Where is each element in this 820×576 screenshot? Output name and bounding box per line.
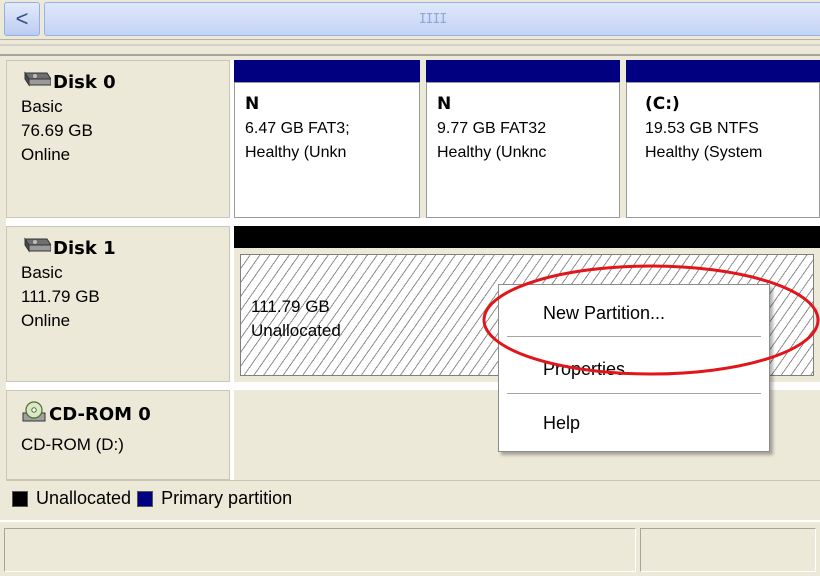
disk-status: Online [21,145,71,164]
menu-item-new-partition[interactable]: New Partition... [501,293,767,333]
disk-title: Disk 0 [53,72,116,93]
disk-status: Online [21,311,71,330]
partition-name: (C:) [645,94,680,114]
menu-item-label: Help [543,412,581,433]
partition-type-bar [426,60,620,82]
partition[interactable]: (C:) 19.53 GB NTFS Healthy (System [626,60,820,218]
unallocated-type-bar [234,226,820,248]
hard-disk-icon [21,71,52,95]
legend-swatch [137,490,154,507]
partition-type-bar [626,60,820,82]
legend-item-primary: Primary partition [137,488,292,509]
disk-type: Basic [21,97,63,116]
partition-size: 9.77 GB FAT32 [437,120,547,137]
partition-health: Healthy (System [645,144,763,161]
partition-type-bar [234,60,420,82]
menu-separator [507,393,761,394]
disk-1-label[interactable]: Disk 1 Basic 111.79 GB Online [6,226,230,382]
horizontal-scrollbar[interactable]: < IIII [0,0,820,40]
scroll-left-button[interactable]: < [4,2,40,36]
pane-splitter[interactable] [0,44,820,56]
menu-separator [507,336,761,337]
legend-item-unallocated: Unallocated [12,488,131,509]
hard-disk-icon [21,237,52,261]
menu-item-help[interactable]: Help [501,403,767,443]
partition-name: N [245,94,260,114]
partition[interactable]: N 9.77 GB FAT32 Healthy (Unknc [426,60,620,218]
partition-health: Healthy (Unknc [437,144,547,161]
cdrom-drive: CD-ROM (D:) [21,435,124,454]
partition-size: 6.47 GB FAT3; [245,120,350,137]
legend: Unallocated Primary partition [6,480,820,516]
status-pane [640,528,816,572]
disk-row: Disk 0 Basic 76.69 GB Online N 6.47 GB F… [6,60,820,218]
menu-item-label: New Partition... [543,302,666,323]
context-menu: New Partition... Properties Help [498,284,770,452]
legend-label: Unallocated [36,488,132,508]
cdrom-0-label[interactable]: CD-ROM 0 CD-ROM (D:) [6,390,230,480]
disk-title: Disk 1 [53,238,116,259]
scroll-grip-icon: IIII [418,11,447,27]
disk-0-label[interactable]: Disk 0 Basic 76.69 GB Online [6,60,230,218]
disk-size: 111.79 GB [21,287,100,306]
menu-item-label: Properties [543,358,626,379]
partition-health: Healthy (Unkn [245,144,347,161]
legend-label: Primary partition [161,488,293,508]
disk-type: Basic [21,263,63,282]
menu-item-properties[interactable]: Properties [501,349,767,389]
legend-swatch [12,490,28,507]
partition[interactable]: N 6.47 GB FAT3; Healthy (Unkn [234,60,420,218]
disk-0-partitions: N 6.47 GB FAT3; Healthy (Unkn N 9.77 GB … [234,60,820,218]
disk-size: 76.69 GB [21,121,93,140]
disk-title: CD-ROM 0 [49,404,151,425]
status-pane [4,528,636,572]
cd-rom-icon [21,401,47,429]
status-bar [0,520,820,576]
partition-name: N [437,94,452,114]
scroll-thumb[interactable]: IIII [44,2,820,36]
chevron-left-icon: < [15,6,29,31]
partition-size: 19.53 GB NTFS [645,120,759,137]
